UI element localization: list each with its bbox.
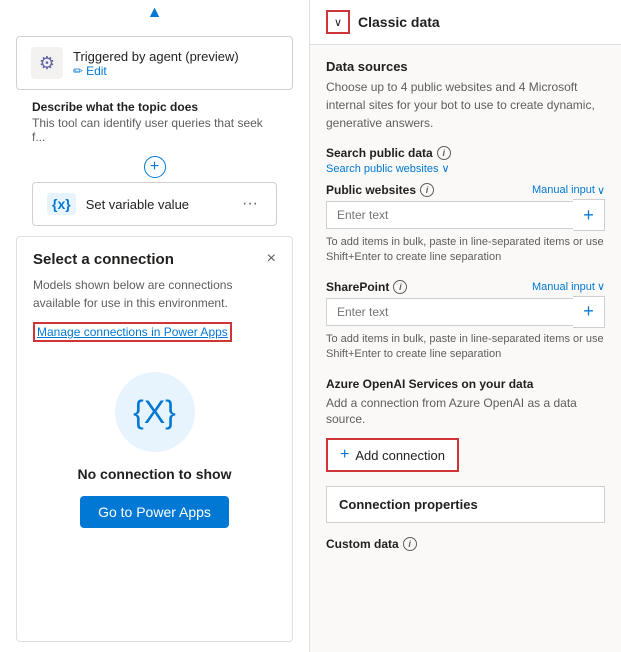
panel-header: Select a connection ×: [33, 251, 276, 268]
public-websites-add-button[interactable]: +: [573, 199, 605, 231]
triggered-text: Triggered by agent (preview) ✏ Edit: [73, 49, 239, 78]
more-options-button[interactable]: ···: [238, 195, 262, 213]
azure-openai-title: Azure OpenAI Services on your data: [326, 377, 605, 391]
set-variable-card: {x} Set variable value ···: [32, 182, 277, 226]
sharepoint-hint: To add items in bulk, paste in line-sepa…: [326, 332, 605, 363]
chevron-down-icon: ∨: [597, 280, 605, 293]
public-websites-input-row: +: [326, 199, 605, 231]
search-public-data-row: Search public data i: [326, 146, 605, 160]
no-connection-area: {X} No connection to show Go to Power Ap…: [33, 342, 276, 538]
custom-data-info-icon[interactable]: i: [403, 537, 417, 551]
sharepoint-manual-input-link[interactable]: Manual input ∨: [532, 280, 605, 293]
scroll-arrow-top[interactable]: ▲: [0, 0, 309, 26]
go-power-apps-button[interactable]: Go to Power Apps: [80, 496, 229, 528]
add-step-button[interactable]: +: [144, 156, 166, 178]
chevron-down-icon: ∨: [334, 16, 342, 29]
public-websites-row: Public websites i Manual input ∨: [326, 183, 605, 197]
describe-title: Describe what the topic does: [32, 100, 277, 114]
public-websites-info-icon[interactable]: i: [420, 183, 434, 197]
select-connection-panel: Select a connection × Models shown below…: [16, 236, 293, 642]
pencil-icon: ✏: [73, 64, 83, 78]
panel-title: Select a connection: [33, 251, 174, 268]
left-panel: ▲ ⚙ Triggered by agent (preview) ✏ Edit …: [0, 0, 310, 652]
sharepoint-label: SharePoint i: [326, 280, 407, 294]
add-connection-button[interactable]: + Add connection: [326, 438, 459, 472]
data-sources-description: Choose up to 4 public websites and 4 Mic…: [326, 78, 605, 132]
classic-data-collapse-button[interactable]: ∨: [326, 10, 350, 34]
public-websites-label: Public websites i: [326, 183, 434, 197]
describe-text: This tool can identify user queries that…: [32, 116, 277, 144]
describe-section: Describe what the topic does This tool c…: [16, 100, 293, 144]
scroll-up-icon[interactable]: ▲: [147, 4, 163, 22]
right-content: Data sources Choose up to 4 public websi…: [310, 45, 621, 565]
left-top-area: ⚙ Triggered by agent (preview) ✏ Edit De…: [0, 26, 309, 236]
search-public-data-info-icon[interactable]: i: [437, 146, 451, 160]
close-button[interactable]: ×: [267, 251, 276, 267]
panel-description: Models shown below are connections avail…: [33, 276, 276, 312]
sharepoint-input[interactable]: [326, 298, 573, 326]
search-public-data-label: Search public data i: [326, 146, 451, 160]
azure-openai-description: Add a connection from Azure OpenAI as a …: [326, 395, 605, 429]
chevron-down-icon: ∨: [597, 184, 605, 197]
classic-data-header: ∨ Classic data: [310, 0, 621, 45]
triggered-icon: ⚙: [31, 47, 63, 79]
right-panel: ∨ Classic data Data sources Choose up to…: [310, 0, 621, 652]
public-websites-input[interactable]: [326, 201, 573, 229]
classic-data-title: Classic data: [358, 14, 440, 30]
triggered-title: Triggered by agent (preview): [73, 49, 239, 64]
flow-connector-top: +: [16, 152, 293, 182]
manage-connections-link[interactable]: Manage connections in Power Apps: [33, 322, 232, 342]
add-connection-plus-icon: +: [340, 446, 349, 464]
triggered-card: ⚙ Triggered by agent (preview) ✏ Edit: [16, 36, 293, 90]
no-connection-text: No connection to show: [78, 466, 232, 482]
public-websites-hint: To add items in bulk, paste in line-sepa…: [326, 235, 605, 266]
search-public-websites-link[interactable]: Search public websites ∨: [326, 162, 605, 175]
set-variable-label: Set variable value: [86, 197, 228, 212]
sharepoint-add-button[interactable]: +: [573, 296, 605, 328]
edit-link[interactable]: ✏ Edit: [73, 64, 239, 78]
connection-properties-button[interactable]: Connection properties: [326, 486, 605, 523]
custom-data-label: Custom data i: [326, 537, 605, 551]
curly-braces-icon: {X}: [115, 372, 195, 452]
chevron-down-icon: ∨: [442, 162, 450, 175]
sharepoint-row: SharePoint i Manual input ∨: [326, 280, 605, 294]
variable-icon: {x}: [47, 193, 76, 215]
sharepoint-info-icon[interactable]: i: [393, 280, 407, 294]
add-connection-label: Add connection: [355, 448, 445, 463]
public-websites-manual-input-link[interactable]: Manual input ∨: [532, 184, 605, 197]
sharepoint-input-row: +: [326, 296, 605, 328]
data-sources-label: Data sources: [326, 59, 605, 74]
